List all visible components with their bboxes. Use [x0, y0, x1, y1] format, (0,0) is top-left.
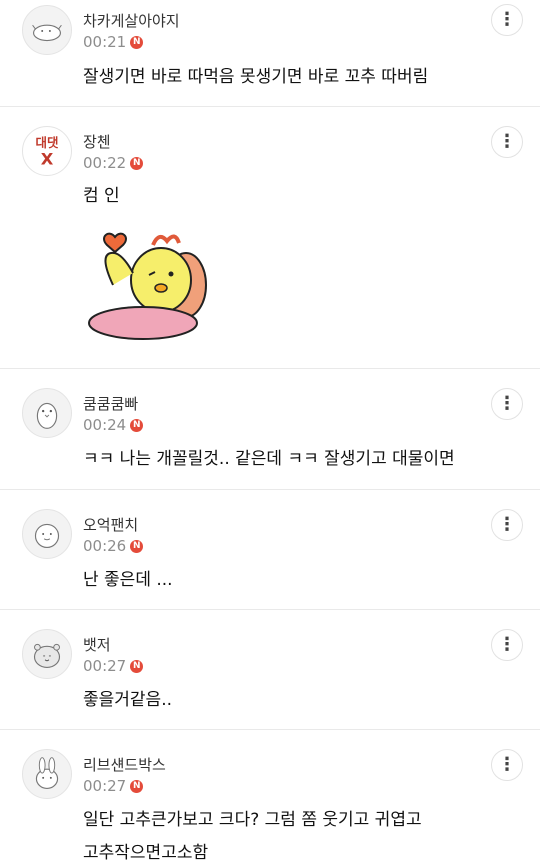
comment-text: 컴 인: [83, 186, 120, 206]
lizard-avatar-icon[interactable]: [22, 5, 72, 55]
time-text: 00:27: [83, 777, 127, 795]
penguin-avatar-icon[interactable]: [22, 388, 72, 438]
comment-nickname[interactable]: 장첸: [83, 131, 111, 152]
new-badge: N: [130, 779, 144, 793]
more-options-button[interactable]: ⋮: [491, 509, 523, 541]
more-vertical-icon: ⋮: [498, 754, 516, 775]
more-vertical-icon: ⋮: [498, 393, 516, 414]
comment-time: 00:27 N: [83, 657, 144, 675]
waving-chick-sticker: [83, 225, 211, 343]
more-vertical-icon: ⋮: [498, 514, 516, 535]
comment-nickname[interactable]: 리브섄드박스: [83, 754, 166, 775]
more-vertical-icon: ⋮: [498, 9, 516, 30]
time-text: 00:24: [83, 416, 127, 434]
comment-time: 00:21 N: [83, 33, 144, 51]
comment-item: 쿰쿰쿰빠 00:24 N ㅋㅋ 나는 개꼴릴것.. 같은데 ㅋㅋ 잘생기고 대물이…: [0, 369, 540, 490]
more-options-button[interactable]: ⋮: [491, 126, 523, 158]
new-badge: N: [130, 156, 144, 170]
comment-nickname[interactable]: 오억팬치: [83, 514, 138, 535]
new-badge: N: [130, 539, 144, 553]
time-text: 00:21: [83, 33, 127, 51]
comment-list: 차카게살아야지 00:21 N 잘생기면 바로 따먹음 못생기면 바로 꼬추 따버…: [0, 0, 540, 867]
comment-text-line-1: 일단 고추큰가보고 크다? 그럼 쫌 웃기고 귀엽고: [83, 810, 422, 830]
hamster-avatar-icon[interactable]: [22, 629, 72, 679]
new-badge: N: [130, 35, 144, 49]
comment-item: 오억팬치 00:26 N 난 좋은데 ... ⋮: [0, 490, 540, 610]
avatar-logo-x: X: [41, 149, 54, 168]
more-vertical-icon: ⋮: [498, 131, 516, 152]
more-options-button[interactable]: ⋮: [491, 388, 523, 420]
comment-item: 뱃저 00:27 N 좋을거같음.. ⋮: [0, 610, 540, 730]
comment-text-line-2: 고추작으면고소함: [83, 843, 209, 863]
comment-item: 리브섄드박스 00:27 N 일단 고추큰가보고 크다? 그럼 쫌 웃기고 귀엽고…: [0, 730, 540, 867]
comment-text: 난 좋은데 ...: [83, 570, 173, 590]
new-badge: N: [130, 659, 144, 673]
blob-avatar-icon[interactable]: [22, 509, 72, 559]
comment-nickname[interactable]: 차카게살아야지: [83, 10, 180, 31]
comment-time: 00:26 N: [83, 537, 144, 555]
time-text: 00:27: [83, 657, 127, 675]
comment-time: 00:22 N: [83, 154, 144, 172]
time-text: 00:22: [83, 154, 127, 172]
more-vertical-icon: ⋮: [498, 634, 516, 655]
comment-time: 00:27 N: [83, 777, 144, 795]
comment-text: 잘생기면 바로 따먹음 못생기면 바로 꼬추 따버림: [83, 67, 429, 87]
comment-nickname[interactable]: 뱃저: [83, 634, 111, 655]
comment-time: 00:24 N: [83, 416, 144, 434]
daedat-x-logo[interactable]: 대댓 X: [22, 126, 72, 176]
more-options-button[interactable]: ⋮: [491, 629, 523, 661]
avatar-logo-text: 대댓: [36, 135, 59, 150]
more-options-button[interactable]: ⋮: [491, 4, 523, 36]
comment-text: ㅋㅋ 나는 개꼴릴것.. 같은데 ㅋㅋ 잘생기고 대물이면: [83, 449, 455, 469]
comment-item: 차카게살아야지 00:21 N 잘생기면 바로 따먹음 못생기면 바로 꼬추 따버…: [0, 0, 540, 107]
new-badge: N: [130, 418, 144, 432]
bunny-avatar-icon[interactable]: [22, 749, 72, 799]
comment-text: 좋을거같음..: [83, 690, 173, 710]
more-options-button[interactable]: ⋮: [491, 749, 523, 781]
comment-item: 대댓 X 장첸 00:22 N 컴 인 ⋮: [0, 107, 540, 369]
time-text: 00:26: [83, 537, 127, 555]
comment-nickname[interactable]: 쿰쿰쿰빠: [83, 393, 138, 414]
